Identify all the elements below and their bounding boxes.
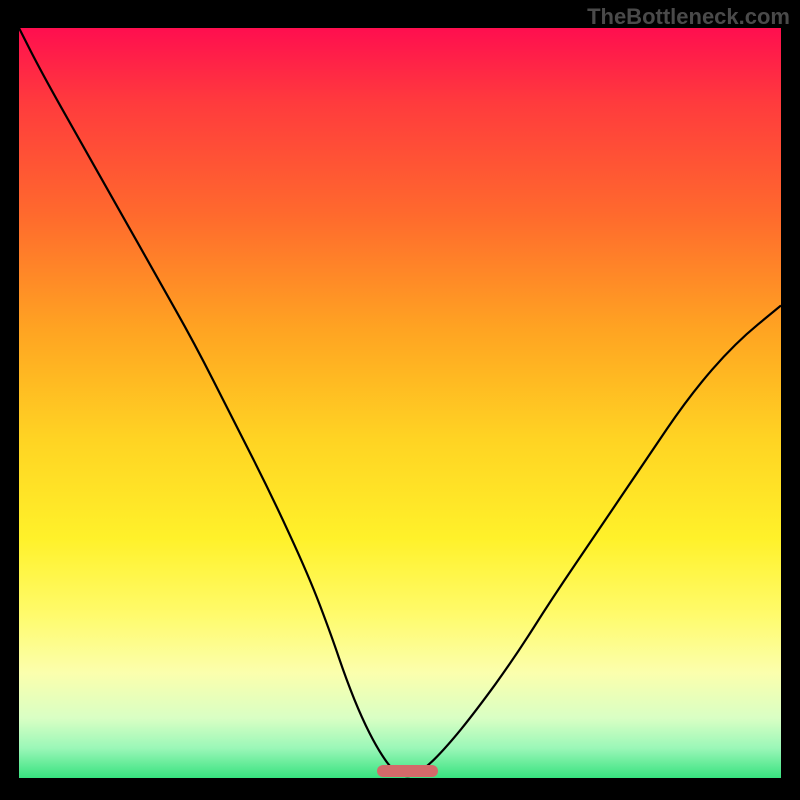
attribution-label: TheBottleneck.com: [587, 4, 790, 30]
minimum-marker: [377, 765, 438, 777]
bottleneck-curve: [19, 28, 781, 778]
chart-frame: TheBottleneck.com: [0, 0, 800, 800]
curve-path: [19, 28, 781, 776]
plot-area: [19, 28, 781, 778]
